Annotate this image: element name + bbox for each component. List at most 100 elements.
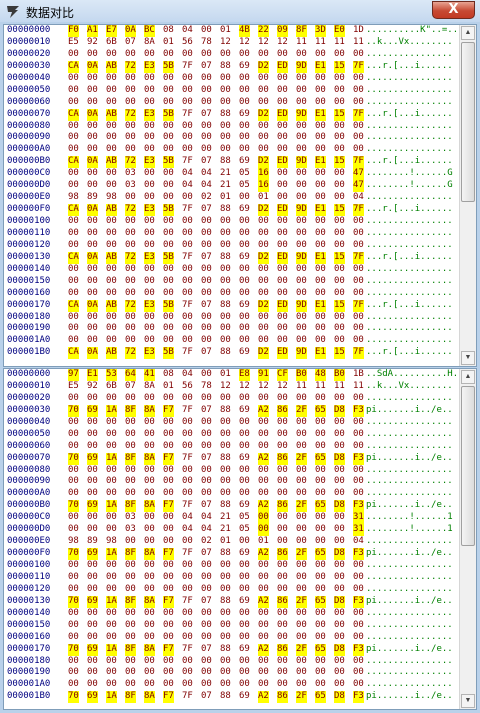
hex-byte[interactable]: 00 bbox=[163, 73, 174, 85]
hex-byte[interactable]: 00 bbox=[334, 180, 345, 192]
hex-byte[interactable]: 00 bbox=[334, 572, 345, 584]
hex-byte[interactable]: 00 bbox=[201, 335, 212, 347]
hex-byte-diff[interactable]: 0A bbox=[87, 204, 98, 217]
hex-byte[interactable]: 00 bbox=[125, 240, 136, 252]
hex-byte-diff[interactable]: 86 bbox=[277, 500, 288, 513]
hex-byte[interactable]: 00 bbox=[125, 97, 136, 109]
hex-byte-diff[interactable]: D8 bbox=[334, 404, 345, 417]
hex-byte[interactable]: 00 bbox=[334, 312, 345, 324]
hex-byte[interactable]: 00 bbox=[220, 632, 231, 644]
hex-byte-diff[interactable]: 5B bbox=[163, 108, 174, 121]
hex-byte[interactable]: 00 bbox=[87, 121, 98, 133]
hex-byte[interactable]: 00 bbox=[258, 465, 269, 477]
hex-byte[interactable]: 00 bbox=[163, 393, 174, 405]
hex-byte[interactable]: 00 bbox=[125, 228, 136, 240]
hex-byte[interactable]: 00 bbox=[144, 312, 155, 324]
hex-byte-diff[interactable]: A2 bbox=[258, 500, 269, 513]
close-button[interactable]: X bbox=[432, 1, 475, 19]
hex-byte-diff[interactable]: D2 bbox=[258, 108, 269, 121]
hex-byte[interactable]: 00 bbox=[220, 97, 231, 109]
hex-byte[interactable]: 04 bbox=[182, 168, 193, 180]
hex-byte[interactable]: 05 bbox=[239, 180, 250, 192]
hex-byte[interactable]: 00 bbox=[125, 323, 136, 335]
hex-byte[interactable]: 00 bbox=[106, 73, 117, 85]
hex-byte-diff[interactable]: 69 bbox=[87, 595, 98, 608]
hex-byte[interactable]: 00 bbox=[87, 85, 98, 97]
hex-byte[interactable]: 07 bbox=[125, 381, 136, 393]
hex-row[interactable]: 00000090 00 00 00 00 00 00 00 00 00 00 00 00 00 00 00 00… bbox=[5, 132, 461, 144]
hex-byte[interactable]: 00 bbox=[334, 228, 345, 240]
hex-byte-diff[interactable]: 8F bbox=[125, 595, 136, 608]
hex-byte[interactable]: 00 bbox=[201, 560, 212, 572]
hex-byte-diff[interactable]: E8 bbox=[239, 369, 250, 381]
hex-byte[interactable]: 00 bbox=[163, 632, 174, 644]
hex-byte-diff[interactable]: F3 bbox=[353, 548, 364, 561]
hex-row[interactable]: 00000030 CA 0A AB 72 E3 5B 7F 07 88 69 D2 ED 9D E1 15 7F… bbox=[5, 60, 461, 73]
hex-byte[interactable]: 00 bbox=[87, 584, 98, 596]
hex-byte-diff[interactable]: CA bbox=[68, 299, 79, 312]
hex-byte[interactable]: 00 bbox=[68, 288, 79, 300]
hex-byte[interactable]: 05 bbox=[239, 168, 250, 180]
hex-byte[interactable]: 00 bbox=[296, 264, 307, 276]
hex-byte-diff[interactable]: ED bbox=[277, 251, 288, 264]
hex-byte-diff[interactable]: D2 bbox=[258, 251, 269, 264]
hex-byte[interactable]: 00 bbox=[220, 312, 231, 324]
hex-byte[interactable]: 21 bbox=[220, 524, 231, 536]
hex-byte-diff[interactable]: 31 bbox=[353, 524, 364, 537]
hex-byte[interactable]: 92 bbox=[87, 37, 98, 49]
hex-byte[interactable]: 00 bbox=[106, 441, 117, 453]
hex-byte[interactable]: 00 bbox=[144, 323, 155, 335]
hex-byte[interactable]: 00 bbox=[220, 240, 231, 252]
hex-byte[interactable]: 07 bbox=[201, 252, 212, 264]
hex-byte-diff[interactable]: F7 bbox=[163, 595, 174, 608]
hex-byte[interactable]: 00 bbox=[87, 132, 98, 144]
hex-byte[interactable]: 00 bbox=[239, 679, 250, 691]
hex-byte[interactable]: 00 bbox=[163, 620, 174, 632]
hex-byte[interactable]: 00 bbox=[296, 476, 307, 488]
hex-byte[interactable]: 01 bbox=[258, 536, 269, 548]
hex-byte[interactable]: 00 bbox=[68, 656, 79, 668]
hex-row[interactable]: 00000150 00 00 00 00 00 00 00 00 00 00 00 00 00 00 00 00… bbox=[5, 276, 461, 288]
hex-byte[interactable]: 00 bbox=[201, 49, 212, 61]
scroll-down-icon[interactable]: ▼ bbox=[461, 351, 475, 365]
hex-byte-diff[interactable]: E3 bbox=[144, 251, 155, 264]
hex-byte[interactable]: 00 bbox=[106, 476, 117, 488]
hex-byte[interactable]: 02 bbox=[201, 536, 212, 548]
hex-byte-diff[interactable]: 1A bbox=[106, 548, 117, 561]
hex-byte[interactable]: 00 bbox=[182, 620, 193, 632]
hex-byte-diff[interactable]: F3 bbox=[353, 452, 364, 465]
hex-byte[interactable]: 00 bbox=[68, 97, 79, 109]
hex-byte[interactable]: 7F bbox=[182, 691, 193, 703]
hex-byte-diff[interactable]: 65 bbox=[315, 643, 326, 656]
hex-byte[interactable]: 00 bbox=[315, 228, 326, 240]
hex-byte-diff[interactable]: D2 bbox=[258, 204, 269, 217]
hex-row[interactable]: 000001A0 00 00 00 00 00 00 00 00 00 00 00 00 00 00 00 00… bbox=[5, 679, 461, 691]
hex-byte[interactable]: 00 bbox=[239, 476, 250, 488]
hex-byte[interactable]: 00 bbox=[163, 240, 174, 252]
hex-byte[interactable]: 00 bbox=[163, 465, 174, 477]
hex-byte[interactable]: 00 bbox=[201, 216, 212, 228]
hex-byte[interactable]: 02 bbox=[201, 192, 212, 204]
hex-byte[interactable]: 00 bbox=[334, 584, 345, 596]
hex-byte[interactable]: 00 bbox=[68, 476, 79, 488]
hex-byte[interactable]: 00 bbox=[296, 679, 307, 691]
hex-byte[interactable]: 00 bbox=[258, 288, 269, 300]
hex-byte-diff[interactable]: 9D bbox=[296, 204, 307, 217]
hex-byte[interactable]: 00 bbox=[201, 144, 212, 156]
hex-byte[interactable]: 00 bbox=[182, 97, 193, 109]
hex-byte[interactable]: 8A bbox=[144, 37, 155, 49]
hex-byte[interactable]: 00 bbox=[296, 73, 307, 85]
hex-byte[interactable]: 69 bbox=[239, 252, 250, 264]
hex-byte[interactable]: 00 bbox=[87, 656, 98, 668]
hex-byte[interactable]: 00 bbox=[106, 608, 117, 620]
hex-byte[interactable]: 00 bbox=[277, 608, 288, 620]
hex-byte-diff[interactable]: D8 bbox=[334, 452, 345, 465]
hex-byte[interactable]: 00 bbox=[334, 536, 345, 548]
hex-byte[interactable]: 00 bbox=[68, 620, 79, 632]
hex-byte-diff[interactable]: 15 bbox=[334, 347, 345, 360]
hex-byte[interactable]: 00 bbox=[144, 276, 155, 288]
hex-byte[interactable]: 00 bbox=[353, 620, 364, 632]
hex-byte[interactable]: 00 bbox=[296, 417, 307, 429]
hex-byte[interactable]: 00 bbox=[277, 192, 288, 204]
hex-byte[interactable]: 00 bbox=[144, 488, 155, 500]
